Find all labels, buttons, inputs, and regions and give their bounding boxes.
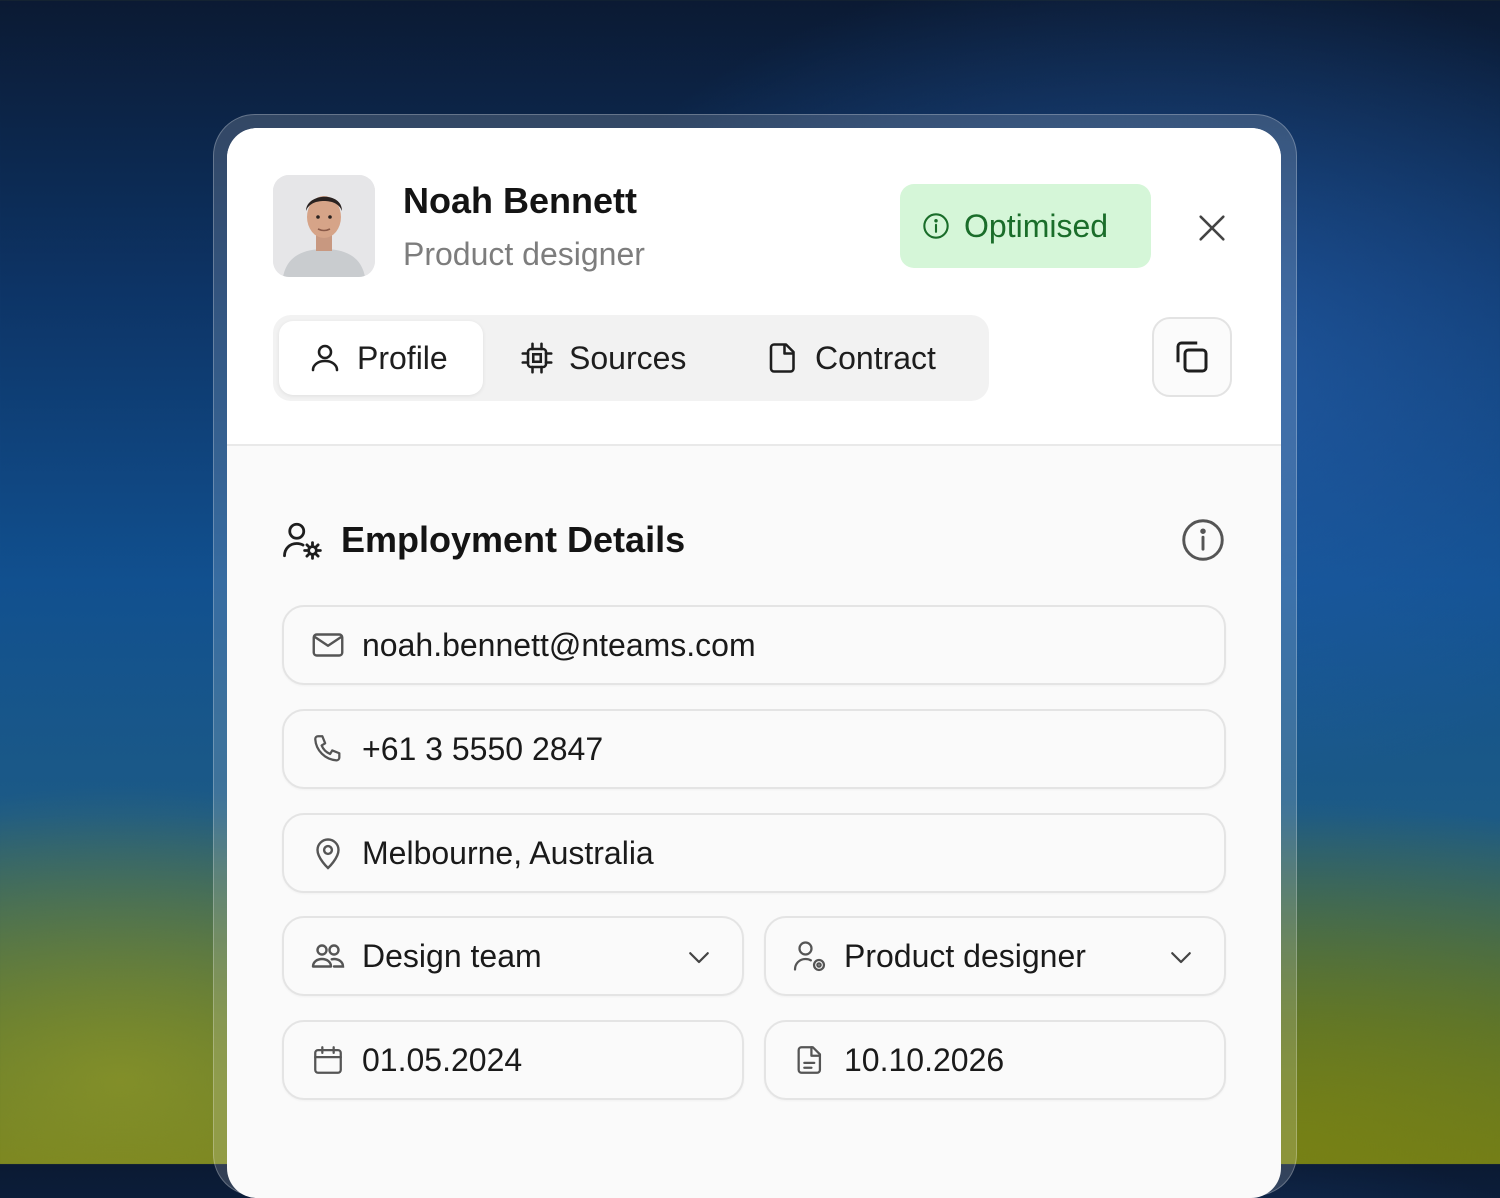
copy-icon	[1176, 341, 1208, 373]
section-title: Employment Details	[341, 519, 686, 560]
avatar	[273, 175, 375, 277]
location-field[interactable]: Melbourne, Australia	[282, 813, 1226, 893]
tab-contract[interactable]: Contract	[765, 321, 936, 395]
team-select[interactable]: Design team	[282, 916, 744, 996]
start-date-field[interactable]: 01.05.2024	[282, 1020, 744, 1100]
chevron-down-icon	[682, 940, 716, 974]
start-date-value: 01.05.2024	[362, 1041, 523, 1078]
file-text-icon	[792, 1042, 828, 1078]
close-button[interactable]	[1192, 208, 1232, 248]
end-date-field[interactable]: 10.10.2026	[764, 1020, 1226, 1100]
section-header: Employment Details	[281, 516, 685, 564]
calendar-icon	[310, 1042, 346, 1078]
tab-sources[interactable]: Sources	[519, 321, 686, 395]
info-icon	[922, 212, 950, 240]
phone-icon	[310, 731, 346, 767]
email-field[interactable]: noah.bennett@nteams.com	[282, 605, 1226, 685]
info-button[interactable]	[1180, 517, 1226, 563]
status-badge-label: Optimised	[964, 207, 1109, 244]
end-date-value: 10.10.2026	[844, 1041, 1005, 1078]
location-pin-icon	[310, 835, 346, 871]
role-select[interactable]: Product designer	[764, 916, 1226, 996]
team-value: Design team	[362, 937, 542, 974]
tab-bar: Profile Sources Contract	[273, 315, 989, 401]
location-value: Melbourne, Australia	[362, 834, 654, 871]
phone-value: +61 3 5550 2847	[362, 730, 604, 767]
close-icon	[1199, 215, 1225, 241]
card-header: Noah Bennett Product designer Optimised	[227, 128, 1281, 446]
chip-icon	[519, 340, 555, 376]
copy-button[interactable]	[1152, 317, 1232, 397]
document-icon	[765, 340, 801, 376]
user-icon	[307, 340, 343, 376]
employee-title: Product designer	[403, 236, 645, 272]
tab-profile[interactable]: Profile	[279, 321, 483, 395]
tab-label: Sources	[569, 339, 687, 376]
tab-label: Contract	[815, 339, 936, 376]
user-settings-icon	[792, 938, 828, 974]
chevron-down-icon	[1164, 940, 1198, 974]
info-icon	[1182, 519, 1224, 561]
email-value: noah.bennett@nteams.com	[362, 626, 756, 663]
tab-label: Profile	[357, 339, 448, 376]
employee-card: Noah Bennett Product designer Optimised	[227, 128, 1281, 1198]
users-icon	[310, 938, 346, 974]
employee-name: Noah Bennett	[403, 180, 637, 221]
user-settings-icon	[281, 519, 323, 561]
role-value: Product designer	[844, 937, 1086, 974]
mail-icon	[310, 627, 346, 663]
status-badge: Optimised	[900, 184, 1151, 268]
phone-field[interactable]: +61 3 5550 2847	[282, 709, 1226, 789]
